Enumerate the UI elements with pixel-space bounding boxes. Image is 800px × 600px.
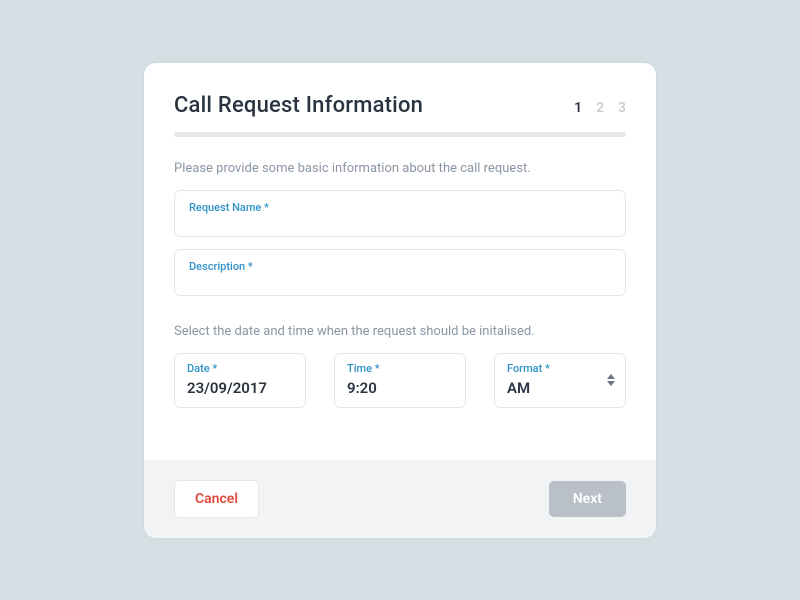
page-title: Call Request Information [174, 93, 423, 118]
time-field[interactable]: Time * 9:20 [334, 353, 466, 408]
date-label: Date * [187, 362, 293, 375]
card-body: Call Request Information 1 2 3 Please pr… [144, 63, 656, 460]
chevron-up-icon[interactable] [607, 374, 615, 379]
step-indicator: 1 2 3 [574, 100, 626, 116]
cancel-button[interactable]: Cancel [174, 480, 259, 518]
header-row: Call Request Information 1 2 3 [174, 93, 626, 118]
time-value: 9:20 [347, 379, 453, 397]
format-field[interactable]: Format * AM [494, 353, 626, 408]
step-2: 2 [596, 100, 604, 116]
step-3: 3 [618, 100, 626, 116]
date-value: 23/09/2017 [187, 379, 293, 397]
next-button[interactable]: Next [549, 481, 626, 517]
progress-bar [174, 132, 626, 137]
request-name-label: Request Name * [189, 201, 611, 214]
request-name-field[interactable]: Request Name * [174, 190, 626, 237]
time-label: Time * [347, 362, 453, 375]
intro-text: Please provide some basic information ab… [174, 161, 626, 176]
datetime-intro: Select the date and time when the reques… [174, 324, 626, 339]
chevron-down-icon[interactable] [607, 381, 615, 386]
step-1: 1 [574, 100, 582, 116]
format-value: AM [507, 379, 613, 397]
date-field[interactable]: Date * 23/09/2017 [174, 353, 306, 408]
description-label: Description * [189, 260, 611, 273]
datetime-row: Date * 23/09/2017 Time * 9:20 Format * A… [174, 353, 626, 408]
modal-card: Call Request Information 1 2 3 Please pr… [144, 63, 656, 538]
description-field[interactable]: Description * [174, 249, 626, 296]
format-stepper[interactable] [607, 374, 615, 386]
format-label: Format * [507, 362, 613, 375]
card-footer: Cancel Next [144, 460, 656, 538]
